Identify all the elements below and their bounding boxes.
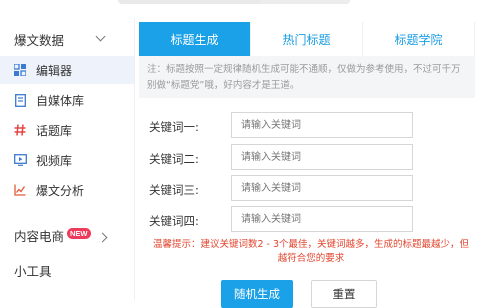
keyword-3-input[interactable] [231, 175, 413, 201]
sidebar-item-label: 内容电商 [14, 229, 65, 244]
sidebar-item-label: 自媒体库 [36, 93, 85, 108]
keyword-2-input[interactable] [231, 144, 413, 170]
random-generate-button[interactable]: 随机生成 [221, 280, 293, 308]
line-chart-icon [13, 183, 27, 197]
sidebar-item-label: 爆文分析 [36, 183, 85, 198]
reset-button[interactable]: 重置 [311, 280, 377, 308]
sidebar-item-label: 话题库 [36, 123, 73, 138]
tab-hot-titles[interactable]: 热门标题 [251, 22, 363, 56]
sidebar-item-label: 编辑器 [36, 63, 73, 78]
sidebar-item-tools[interactable]: 小工具 [14, 261, 52, 280]
sidebar-item-videos[interactable]: 视频库 [0, 146, 134, 174]
sidebar-item-topics[interactable]: 话题库 [0, 116, 134, 144]
sidebar-item-label: 小工具 [14, 264, 52, 279]
main-panel: 标题生成 热门标题 标题学院 注：标题按照一定规律随机生成可能不通顺，仅做为参考… [135, 18, 480, 308]
hashtag-icon [13, 123, 27, 137]
video-icon [13, 153, 27, 167]
sidebar-item-editor[interactable]: 编辑器 [0, 56, 134, 84]
sidebar-item-analysis[interactable]: 爆文分析 [0, 176, 134, 204]
new-badge: NEW [67, 228, 91, 239]
keyword-4-input[interactable] [231, 206, 413, 232]
tab-title-academy[interactable]: 标题学院 [363, 22, 475, 56]
sidebar-item-label: 视频库 [36, 153, 73, 168]
notice-text: 注：标题按照一定规律随机生成可能不通顺，仅做为参考使用，不过可千万别做“标题党”… [139, 56, 475, 98]
keyword-3-label: 关键词三: [149, 183, 199, 197]
chevron-down-icon[interactable] [95, 31, 106, 42]
blurred-header-text [260, 0, 350, 4]
tip-text: 温馨提示：建议关键词数2 - 3个最佳，关键词越多，生成的标题最越少，但越符合您… [152, 239, 470, 264]
keyword-1-label: 关键词一: [149, 120, 199, 134]
sidebar-section-title[interactable]: 爆文数据 [14, 30, 64, 49]
sidebar-item-content-ecommerce[interactable]: 内容电商 NEW [14, 226, 107, 245]
sidebar: 爆文数据 编辑器 自媒体库 话题库 视频库 爆文分析 内容电商 NEW 小工具 [0, 18, 135, 300]
top-bar [0, 0, 480, 18]
chevron-right-icon [97, 232, 107, 243]
keyword-2-label: 关键词二: [149, 152, 199, 166]
blurred-header-text [118, 0, 268, 4]
tab-title-generate[interactable]: 标题生成 [139, 22, 251, 61]
document-icon [13, 93, 27, 107]
keyword-1-input[interactable] [231, 112, 413, 138]
tab-bar: 标题生成 热门标题 标题学院 [139, 22, 475, 61]
grid-icon [13, 63, 27, 77]
sidebar-item-media-library[interactable]: 自媒体库 [0, 86, 134, 114]
keyword-4-label: 关键词四: [149, 214, 199, 228]
